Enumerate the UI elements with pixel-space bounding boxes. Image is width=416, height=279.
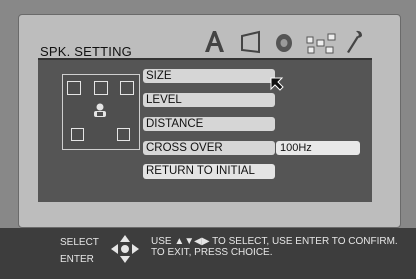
page-title: SPK. SETTING xyxy=(40,44,132,59)
menu-item-level[interactable]: LEVEL xyxy=(143,93,275,107)
menu-item-crossover[interactable]: CROSS OVER xyxy=(143,141,275,155)
front-right-speaker-icon xyxy=(120,81,134,95)
center-speaker-icon xyxy=(94,81,108,95)
front-left-speaker-icon xyxy=(67,81,81,95)
help-line-1: USE ▲▼◀▶ TO SELECT, USE ENTER TO CONFIRM… xyxy=(151,236,398,247)
listener-icon xyxy=(94,103,106,117)
menu-item-size[interactable]: SIZE xyxy=(143,69,275,83)
footer-key-labels: SELECT ENTER xyxy=(60,234,99,268)
surround-left-speaker-icon xyxy=(71,128,84,141)
enter-label: ENTER xyxy=(60,254,94,265)
footer-help-text: USE ▲▼◀▶ TO SELECT, USE ENTER TO CONFIRM… xyxy=(151,236,398,258)
help-line-2: TO EXIT, PRESS CHOICE. xyxy=(151,247,273,258)
crossover-value[interactable]: 100Hz xyxy=(276,141,360,155)
cursor-arrow-icon xyxy=(270,77,284,91)
return-to-initial-button[interactable]: RETURN TO INITIAL xyxy=(143,164,275,179)
wrench-icon[interactable] xyxy=(342,26,366,56)
surround-right-speaker-icon xyxy=(117,128,130,141)
screen-icon[interactable] xyxy=(238,26,264,56)
dvd-osd-screen: SPK. SETTING SIZE LEVEL DISTANCE CROSS O… xyxy=(0,0,416,279)
select-label: SELECT xyxy=(60,237,99,248)
letter-a-icon[interactable] xyxy=(201,26,229,56)
speaker-icon[interactable] xyxy=(272,26,298,56)
direction-pad-icon xyxy=(111,235,139,263)
speaker-layout-diagram xyxy=(62,74,140,150)
speaker-setup-icon[interactable] xyxy=(304,26,338,56)
menu-item-distance[interactable]: DISTANCE xyxy=(143,117,275,131)
